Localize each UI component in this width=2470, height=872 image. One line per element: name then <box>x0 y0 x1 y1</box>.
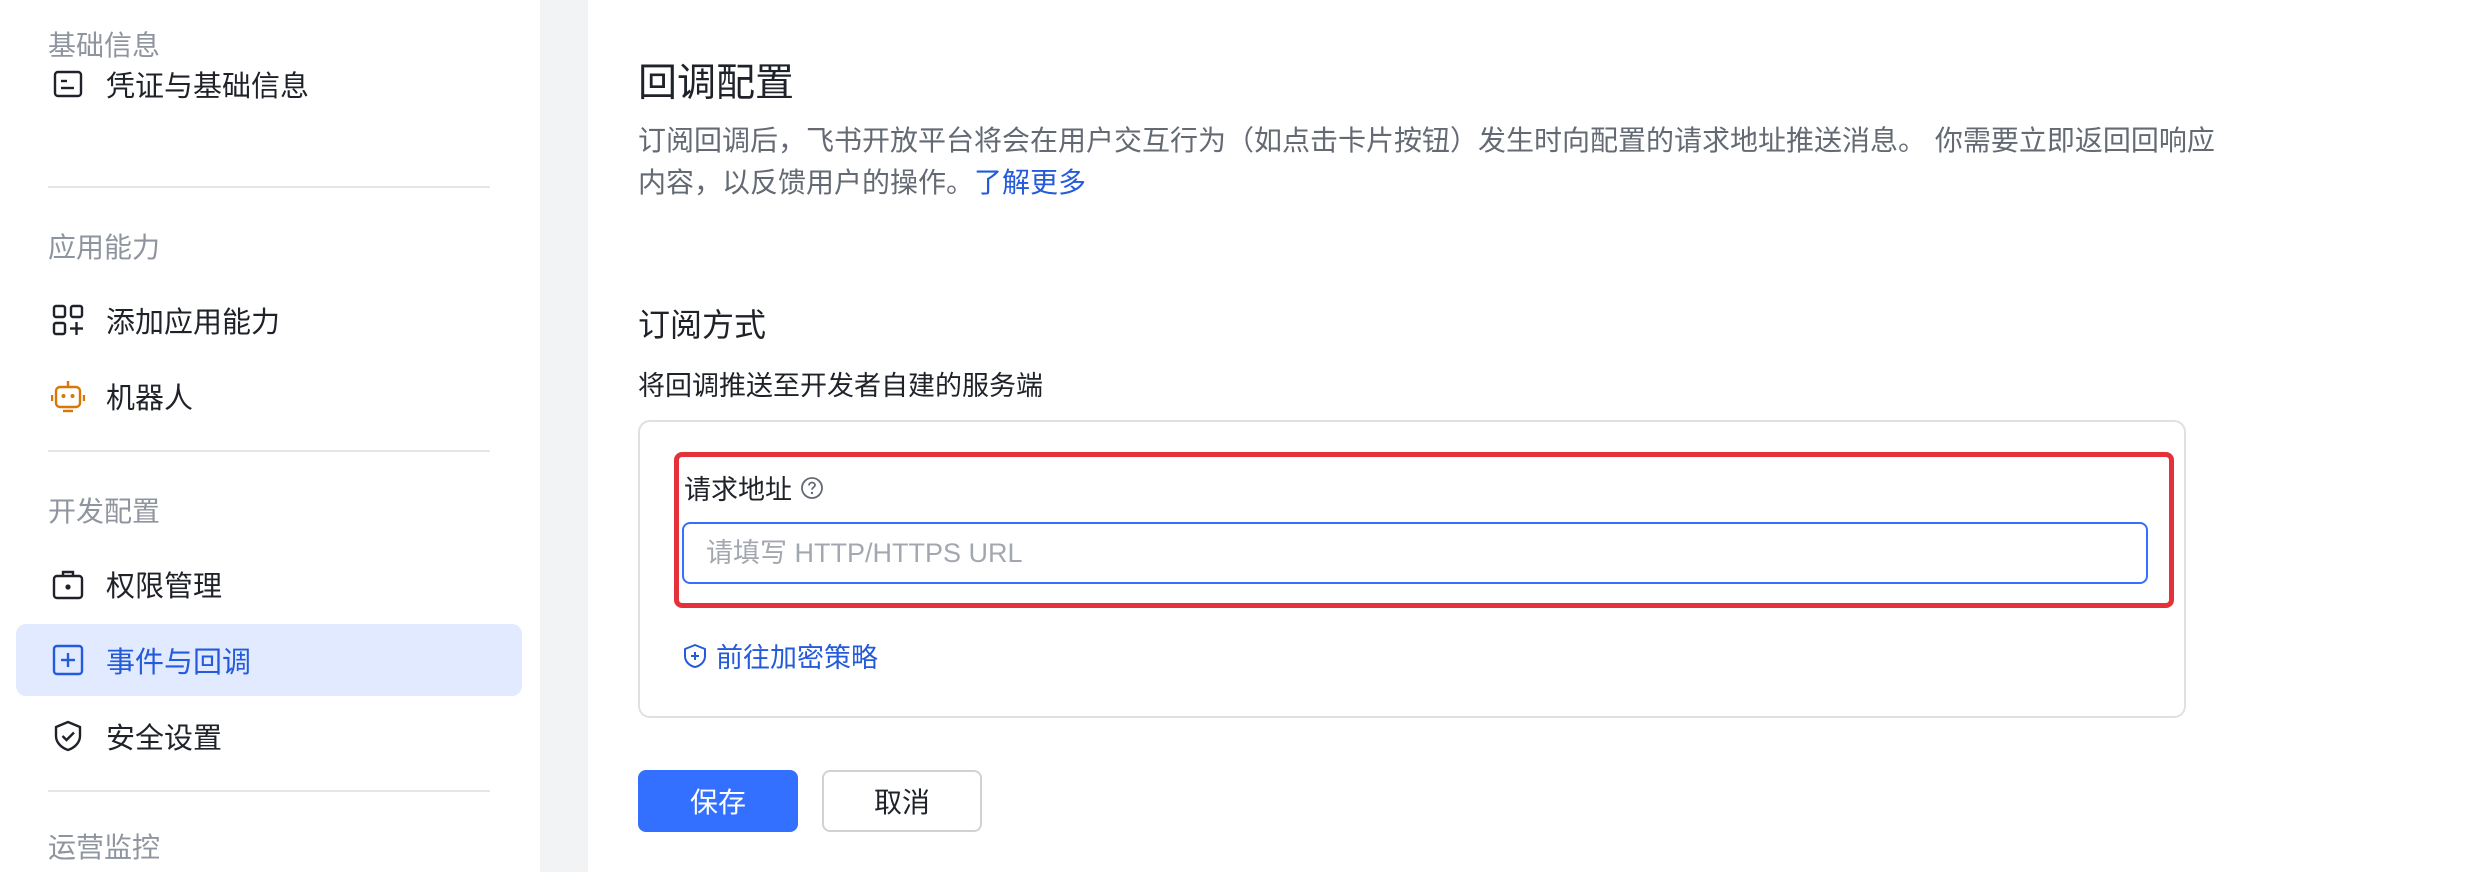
sidebar-item-label: 凭证与基础信息 <box>106 69 310 103</box>
encryption-strategy-label: 前往加密策略 <box>716 643 878 674</box>
robot-icon <box>50 378 86 414</box>
sidebar-item-label: 添加应用能力 <box>106 305 281 339</box>
cancel-button[interactable]: 取消 <box>822 770 982 832</box>
sidebar-item-add-capability[interactable]: 添加应用能力 <box>16 284 522 356</box>
shield-icon <box>50 718 86 754</box>
page-title: 回调配置 <box>638 61 795 106</box>
sidebar-item-robot[interactable]: 机器人 <box>16 360 522 432</box>
add-grid-icon <box>50 302 86 338</box>
sidebar-divider <box>48 790 490 792</box>
save-button[interactable]: 保存 <box>638 770 798 832</box>
sidebar-item-label: 事件与回调 <box>106 645 252 679</box>
shield-plus-icon <box>684 643 706 668</box>
request-url-label: 请求地址 <box>684 468 824 507</box>
main-content: 回调配置 订阅回调后，飞书开放平台将会在用户交互行为（如点击卡片按钮）发生时向配… <box>588 0 2470 872</box>
encryption-strategy-link[interactable]: 前往加密策略 <box>682 636 878 675</box>
subscription-method-desc: 将回调推送至开发者自建的服务端 <box>638 371 1043 402</box>
sidebar-divider <box>48 186 490 188</box>
page-description: 订阅回调后，飞书开放平台将会在用户交互行为（如点击卡片按钮）发生时向配置的请求地… <box>638 120 2218 204</box>
learn-more-link[interactable]: 了解更多 <box>974 166 1086 199</box>
request-url-label-text: 请求地址 <box>684 475 792 506</box>
permission-briefcase-icon <box>50 566 86 602</box>
sidebar-item-label: 安全设置 <box>106 721 223 755</box>
sidebar-item-label: 权限管理 <box>106 569 223 603</box>
section-title-dev-config: 开发配置 <box>48 495 161 528</box>
sidebar-divider <box>48 450 490 452</box>
sidebar: 基础信息 凭证与基础信息 应用能力 添加应用能力 机器人 开发配置 权限管理 事… <box>0 0 540 872</box>
sidebar-item-events-callbacks[interactable]: 事件与回调 <box>16 624 522 696</box>
description-text: 订阅回调后，飞书开放平台将会在用户交互行为（如点击卡片按钮）发生时向配置的请求地… <box>638 124 2215 199</box>
request-url-card: 请求地址 前往加密策略 <box>638 420 2186 718</box>
request-url-input[interactable] <box>682 522 2148 584</box>
question-circle-icon[interactable] <box>800 476 824 500</box>
sidebar-item-security[interactable]: 安全设置 <box>16 700 522 772</box>
event-callback-icon <box>50 642 86 678</box>
sidebar-item-label: 机器人 <box>106 381 194 415</box>
section-title-app-capabilities: 应用能力 <box>48 231 161 264</box>
sidebar-item-credentials[interactable]: 凭证与基础信息 <box>16 48 522 120</box>
credential-icon <box>50 66 86 102</box>
sidebar-item-permissions[interactable]: 权限管理 <box>16 548 522 620</box>
sidebar-gutter <box>540 0 588 872</box>
section-title-operations: 运营监控 <box>48 831 161 864</box>
subscription-method-title: 订阅方式 <box>638 306 767 344</box>
